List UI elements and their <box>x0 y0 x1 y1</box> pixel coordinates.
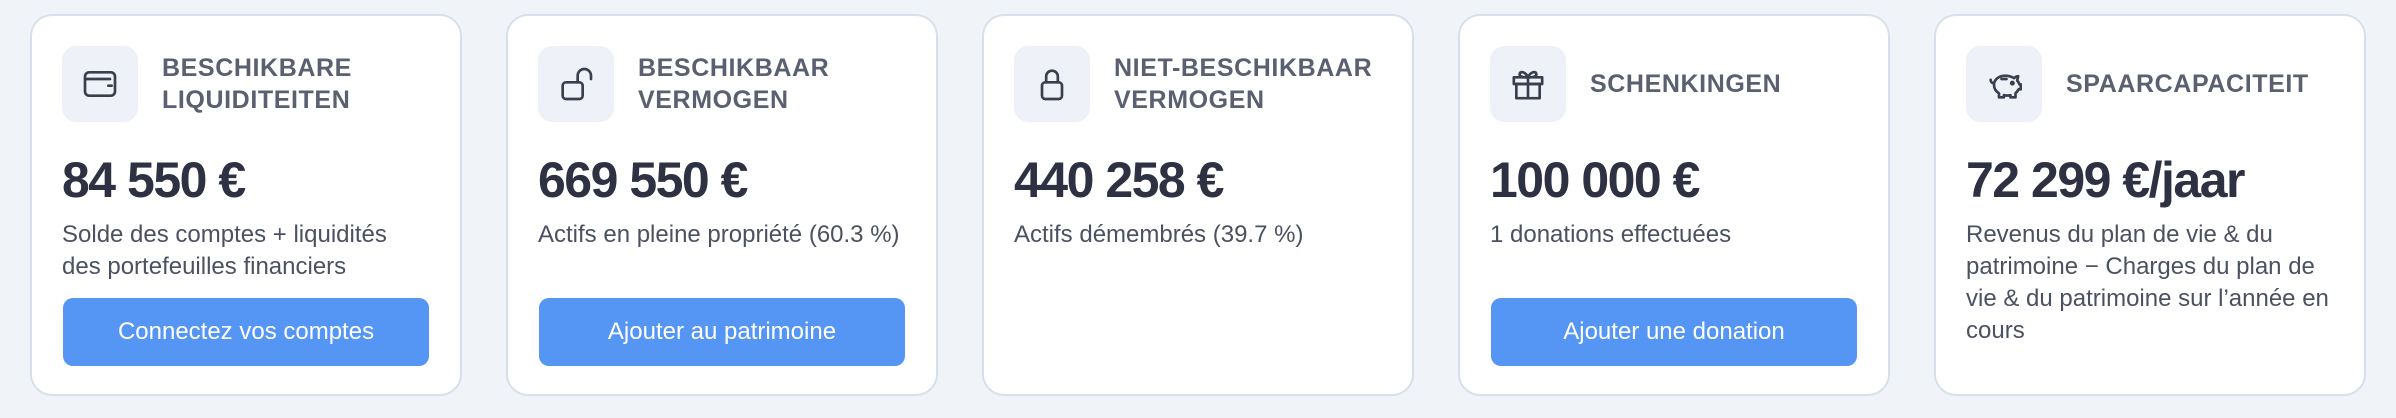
gift-icon <box>1490 46 1566 122</box>
add-to-assets-button[interactable]: Ajouter au patrimoine <box>539 298 905 366</box>
card-header: SPAARCAPACITEIT <box>1966 46 2334 122</box>
card-description: Actifs en pleine propriété (60.3 %) <box>538 221 900 248</box>
card-header: NIET-BESCHIKBAAR VERMOGEN <box>1014 46 1382 122</box>
card-available-assets: BESCHIKBAAR VERMOGEN 669 550 € Actifs en … <box>506 14 938 396</box>
card-value: 100 000 € <box>1490 152 1700 208</box>
card-value: 669 550 € <box>538 152 748 208</box>
piggy-bank-icon <box>1966 46 2042 122</box>
card-available-liquidity: BESCHIKBARE LIQUIDITEITEN 84 550 € Solde … <box>30 14 462 396</box>
add-donation-button[interactable]: Ajouter une donation <box>1491 298 1857 366</box>
card-header: BESCHIKBAAR VERMOGEN <box>538 46 906 122</box>
card-value: 84 550 € <box>62 152 246 208</box>
card-title: BESCHIKBARE LIQUIDITEITEN <box>162 54 352 114</box>
card-unavailable-assets: NIET-BESCHIKBAAR VERMOGEN 440 258 € Actif… <box>982 14 1414 396</box>
card-description: Actifs démembrés (39.7 %) <box>1014 221 1304 248</box>
card-title: NIET-BESCHIKBAAR VERMOGEN <box>1114 54 1373 114</box>
wallet-icon <box>62 46 138 122</box>
card-description: Revenus du plan de vie & du patrimoine −… <box>1966 221 2329 344</box>
locked-padlock-icon <box>1014 46 1090 122</box>
card-header: SCHENKINGEN <box>1490 46 1858 122</box>
card-header: BESCHIKBARE LIQUIDITEITEN <box>62 46 430 122</box>
card-savings-capacity: SPAARCAPACITEIT 72 299 €/jaar Revenus du… <box>1934 14 2366 396</box>
card-donations: SCHENKINGEN 100 000 € 1 donations effect… <box>1458 14 1890 396</box>
card-value: 440 258 € <box>1014 152 1224 208</box>
card-title: SPAARCAPACITEIT <box>2066 70 2309 98</box>
card-title: BESCHIKBAAR VERMOGEN <box>638 54 830 114</box>
unlocked-padlock-icon <box>538 46 614 122</box>
card-description: Solde des comptes + liquidités des porte… <box>62 221 387 280</box>
card-description: 1 donations effectuées <box>1490 221 1732 248</box>
connect-accounts-button[interactable]: Connectez vos comptes <box>63 298 429 366</box>
summary-card-row: BESCHIKBARE LIQUIDITEITEN 84 550 € Solde … <box>0 0 2396 418</box>
card-value: 72 299 €/jaar <box>1966 152 2246 208</box>
card-title: SCHENKINGEN <box>1590 70 1782 98</box>
